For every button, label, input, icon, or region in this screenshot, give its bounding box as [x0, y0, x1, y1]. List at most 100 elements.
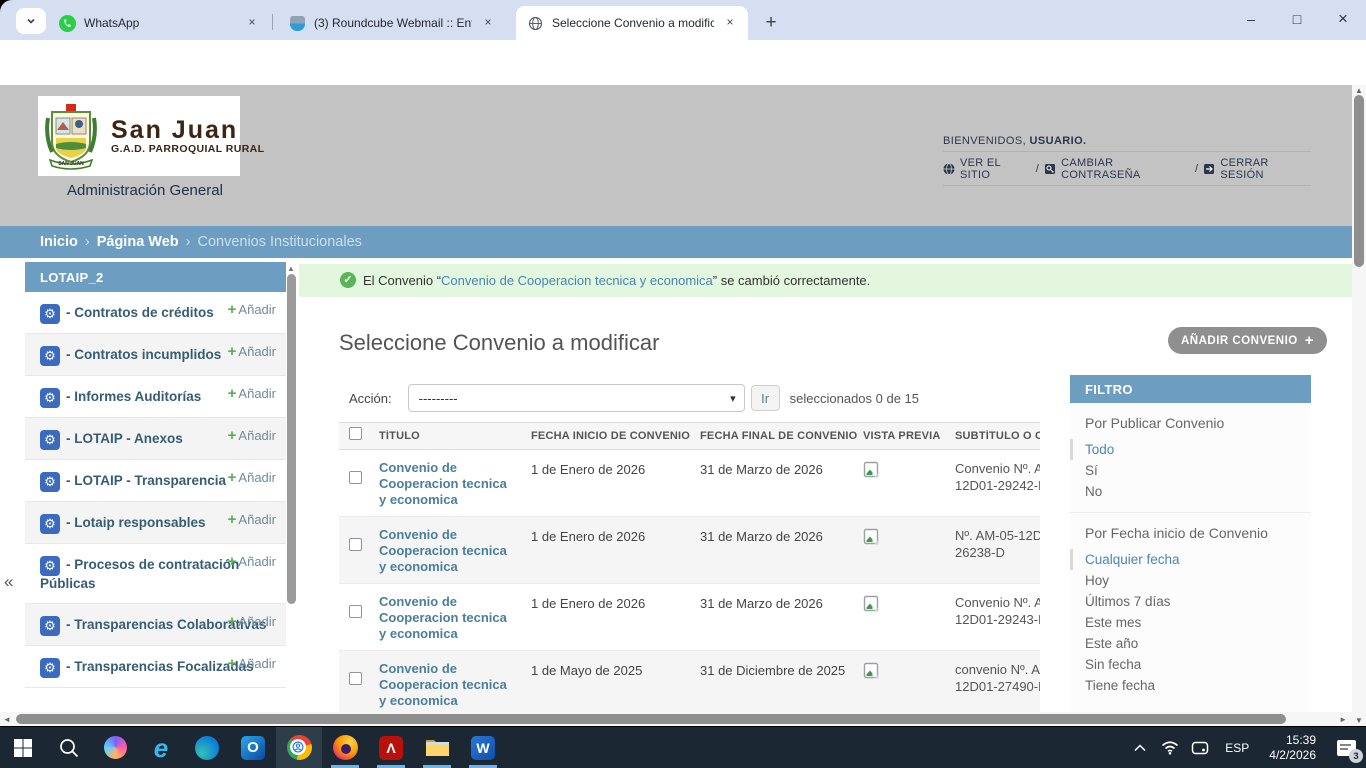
- scroll-left-arrow[interactable]: ◄: [3, 715, 11, 724]
- taskbar-file-explorer[interactable]: [414, 727, 460, 768]
- sidebar-item[interactable]: ⚙- Procesos de contratación Públicas +Añ…: [25, 544, 286, 604]
- tab-search-button[interactable]: [16, 8, 46, 34]
- page-horizontal-scrollbar[interactable]: ◄ ►: [0, 712, 1352, 726]
- restore-button[interactable]: □: [1274, 0, 1320, 38]
- taskbar-firefox[interactable]: [322, 727, 368, 768]
- filter-option[interactable]: Este mes: [1070, 612, 1311, 633]
- notification-center-button[interactable]: 3: [1326, 727, 1366, 768]
- horizontal-scrollbar-thumb[interactable]: [16, 714, 1286, 724]
- filter-option[interactable]: Últimos 7 días: [1070, 591, 1311, 612]
- tab-close-button[interactable]: ×: [244, 15, 260, 31]
- sidebar-item-label[interactable]: - Contratos de créditos: [66, 305, 214, 320]
- add-link[interactable]: +Añadir: [228, 655, 276, 672]
- tab-active-convenio[interactable]: Seleccione Convenio a modifica ×: [516, 6, 748, 40]
- scroll-right-arrow[interactable]: ►: [1339, 715, 1347, 724]
- column-header-fecha-inicio[interactable]: FECHA INICIO DE CONVENIO: [531, 430, 700, 442]
- logout-link[interactable]: CERRAR SESIÓN: [1220, 157, 1311, 181]
- taskbar-internet-explorer[interactable]: e: [138, 727, 184, 768]
- language-indicator[interactable]: ESP: [1215, 741, 1259, 755]
- sidebar-item[interactable]: ⚙- Transparencias Focalizadas +Añadir: [25, 646, 286, 688]
- sidebar-item-label[interactable]: - Lotaip responsables: [66, 515, 206, 530]
- row-checkbox[interactable]: [349, 471, 362, 484]
- add-link[interactable]: +Añadir: [228, 511, 276, 528]
- go-button[interactable]: Ir: [751, 385, 780, 411]
- tab-whatsapp[interactable]: WhatsApp ×: [48, 6, 270, 40]
- filter-option[interactable]: Todo: [1070, 439, 1311, 460]
- tab-roundcube[interactable]: (3) Roundcube Webmail :: Entra ×: [278, 6, 506, 40]
- scroll-up-arrow[interactable]: ▲: [1355, 86, 1363, 95]
- tab-close-button[interactable]: ×: [722, 15, 738, 31]
- sidebar-scrollbar-thumb[interactable]: [287, 274, 296, 604]
- sidebar-item[interactable]: ⚙- Lotaip responsables +Añadir: [25, 502, 286, 544]
- add-link[interactable]: +Añadir: [228, 343, 276, 360]
- wifi-icon[interactable]: [1155, 727, 1185, 768]
- convenio-title-link[interactable]: Convenio de Cooperacion tecnica y econom…: [379, 594, 517, 642]
- filter-option[interactable]: Sí: [1070, 460, 1311, 481]
- sidebar-item[interactable]: ⚙- Contratos incumplidos +Añadir: [25, 334, 286, 376]
- column-header-subtitulo[interactable]: SUBTÍTULO O CÓ: [955, 430, 1040, 442]
- sidebar-item[interactable]: ⚙- Transparencias Colaborativas +Añadir: [25, 604, 286, 646]
- sidebar-item[interactable]: ⚙- LOTAIP - Transparencia +Añadir: [25, 460, 286, 502]
- add-link[interactable]: +Añadir: [228, 385, 276, 402]
- close-button[interactable]: ×: [1320, 0, 1366, 38]
- sidebar-collapse-button[interactable]: «: [4, 572, 13, 592]
- sidebar-item-label[interactable]: - Transparencias Focalizadas: [66, 659, 254, 674]
- column-header-titulo[interactable]: TÍTULO: [379, 430, 531, 442]
- filter-option[interactable]: Sin fecha: [1070, 654, 1311, 675]
- tab-close-button[interactable]: ×: [480, 15, 496, 31]
- breadcrumb-section-link[interactable]: Página Web: [97, 234, 179, 250]
- add-convenio-button[interactable]: AÑADIR CONVENIO+: [1168, 327, 1327, 354]
- taskbar-edge[interactable]: [184, 727, 230, 768]
- vertical-scrollbar-thumb[interactable]: [1354, 95, 1364, 267]
- sidebar-item[interactable]: ⚙- Contratos de créditos +Añadir: [25, 292, 286, 334]
- sidebar-item-label[interactable]: - Informes Auditorías: [66, 389, 201, 404]
- plus-icon: +: [228, 385, 237, 402]
- scroll-up-arrow[interactable]: ▲: [287, 264, 295, 273]
- tray-expand-chevron[interactable]: [1125, 727, 1155, 768]
- page-vertical-scrollbar[interactable]: ▲ ▼: [1352, 85, 1366, 726]
- minimize-button[interactable]: –: [1228, 0, 1274, 38]
- add-link[interactable]: +Añadir: [228, 427, 276, 444]
- filter-option[interactable]: Hoy: [1070, 570, 1311, 591]
- add-link[interactable]: +Añadir: [228, 613, 276, 630]
- add-link[interactable]: +Añadir: [228, 469, 276, 486]
- breadcrumb-home-link[interactable]: Inicio: [40, 234, 78, 250]
- changed-object-link[interactable]: Convenio de Cooperacion tecnica y econom…: [441, 273, 713, 288]
- column-header-fecha-final[interactable]: FECHA FINAL DE CONVENIO: [700, 430, 863, 442]
- new-tab-button[interactable]: +: [758, 10, 784, 36]
- filter-option[interactable]: Este año: [1070, 633, 1311, 654]
- row-checkbox[interactable]: [349, 605, 362, 618]
- start-button[interactable]: [0, 727, 46, 768]
- row-checkbox[interactable]: [349, 672, 362, 685]
- sidebar-item-label[interactable]: - Contratos incumplidos: [66, 347, 221, 362]
- sidebar-scrollbar[interactable]: ▲: [286, 262, 297, 713]
- view-site-link[interactable]: VER EL SITIO: [960, 157, 1031, 181]
- convenio-title-link[interactable]: Convenio de Cooperacion tecnica y econom…: [379, 527, 517, 575]
- sidebar-item[interactable]: ⚙- LOTAIP - Anexos +Añadir: [25, 418, 286, 460]
- scroll-down-arrow[interactable]: ▼: [1355, 716, 1363, 725]
- action-select[interactable]: --------- ▾: [408, 384, 745, 412]
- sidebar-item[interactable]: ⚙- Informes Auditorías +Añadir: [25, 376, 286, 418]
- select-all-checkbox[interactable]: [349, 427, 362, 440]
- filter-option[interactable]: Tiene fecha: [1070, 675, 1311, 696]
- taskbar-search-button[interactable]: [46, 727, 92, 768]
- add-link[interactable]: +Añadir: [228, 553, 276, 570]
- convenio-title-link[interactable]: Convenio de Cooperacion tecnica y econom…: [379, 460, 517, 508]
- change-password-link[interactable]: CAMBIAR CONTRASEÑA: [1061, 157, 1190, 181]
- filter-option[interactable]: Cualquier fecha: [1070, 549, 1311, 570]
- sidebar-item-label[interactable]: - LOTAIP - Anexos: [66, 431, 183, 446]
- row-checkbox[interactable]: [349, 538, 362, 551]
- filter-option[interactable]: No: [1070, 481, 1311, 502]
- cast-icon[interactable]: [1185, 727, 1215, 768]
- taskbar-acrobat[interactable]: Λ: [368, 727, 414, 768]
- taskbar-word[interactable]: W: [460, 727, 506, 768]
- convenio-title-link[interactable]: Convenio de Cooperacion tecnica y econom…: [379, 661, 517, 709]
- taskbar-chrome[interactable]: [276, 727, 322, 768]
- taskbar-copilot[interactable]: [92, 727, 138, 768]
- sidebar-item-label[interactable]: - Procesos de contratación Públicas: [40, 557, 239, 591]
- taskbar-outlook[interactable]: O: [230, 727, 276, 768]
- clock[interactable]: 15:39 4/2/2026: [1259, 733, 1326, 763]
- sidebar-item-label[interactable]: - LOTAIP - Transparencia: [66, 473, 226, 488]
- add-link[interactable]: +Añadir: [228, 301, 276, 318]
- site-logo[interactable]: SAN JUAN San Juan G.A.D. PARROQUIAL RURA…: [38, 96, 240, 176]
